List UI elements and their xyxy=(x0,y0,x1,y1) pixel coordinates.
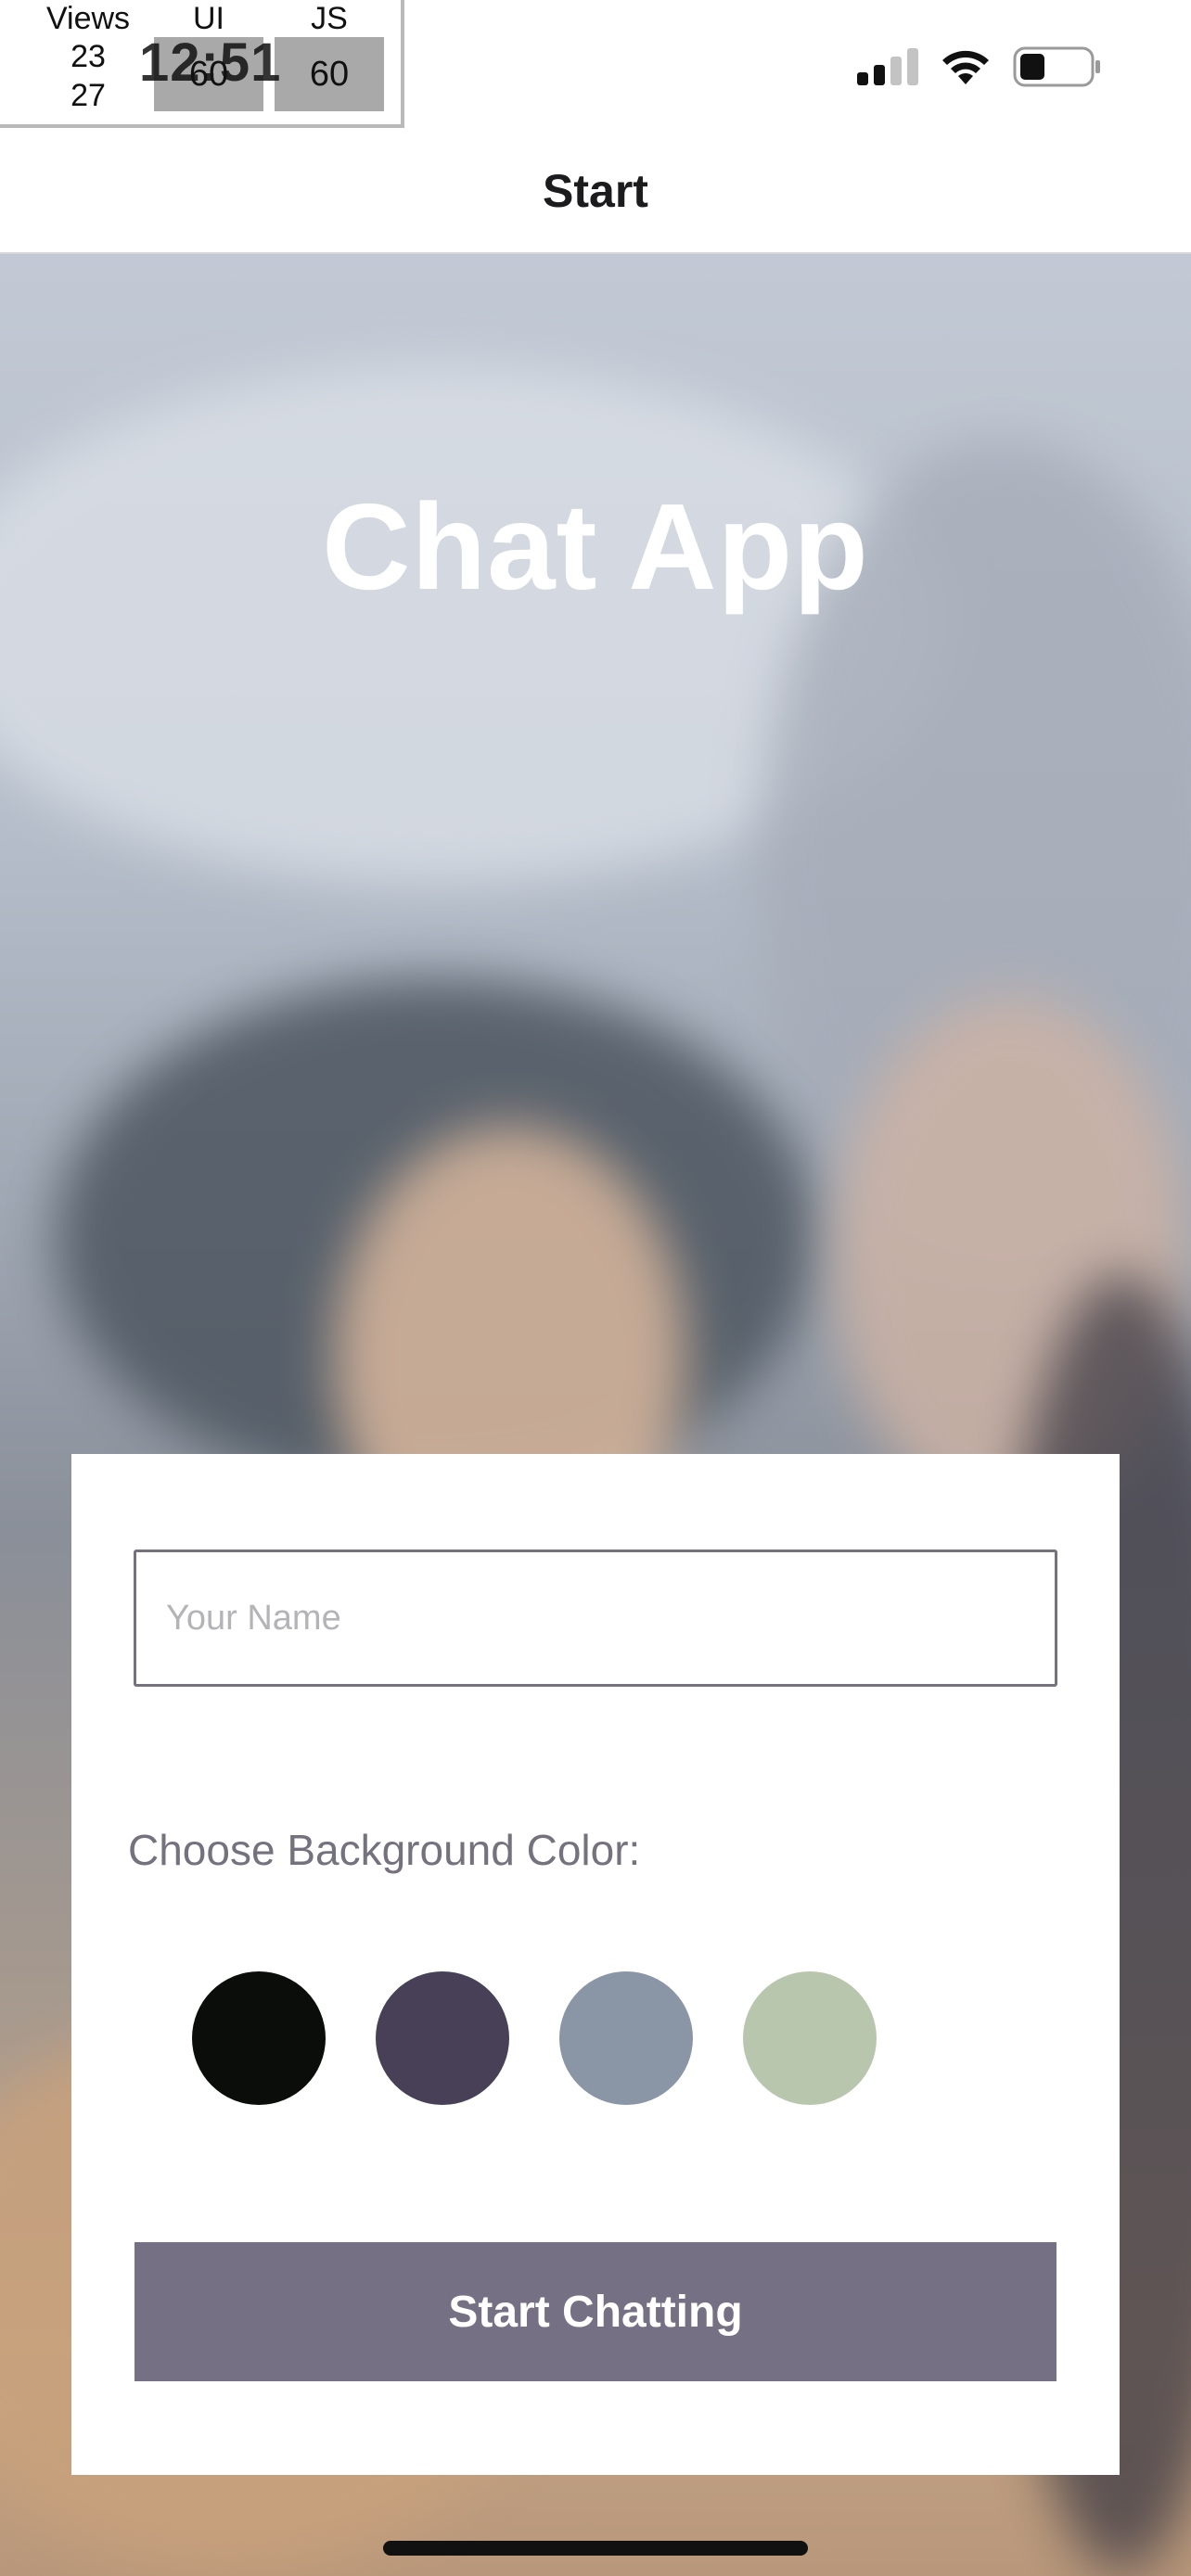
perf-views-column: Views 23 27 xyxy=(37,0,139,115)
perf-views-value: 27 xyxy=(70,78,106,113)
color-swatch-green[interactable] xyxy=(743,1971,877,2105)
name-input[interactable] xyxy=(134,1549,1057,1687)
navigation-header: Start xyxy=(0,130,1191,254)
status-time: 12:51 xyxy=(139,32,282,93)
perf-js-label: JS xyxy=(311,1,348,36)
color-swatch-gray-blue[interactable] xyxy=(559,1971,693,2105)
start-chatting-button[interactable]: Start Chatting xyxy=(134,2242,1057,2381)
perf-js-fps: 60 xyxy=(275,37,384,111)
page-title: Start xyxy=(543,165,648,217)
status-bar: Views 23 27 UI 60 JS 60 12:51 xyxy=(0,0,1191,130)
color-swatches xyxy=(192,1971,877,2105)
cellular-signal-icon xyxy=(857,47,918,90)
wifi-icon xyxy=(939,47,992,91)
perf-js-column: JS 60 xyxy=(275,0,384,111)
background-color-label: Choose Background Color: xyxy=(128,1826,641,1874)
color-swatch-black[interactable] xyxy=(192,1971,326,2105)
perf-views-label: Views xyxy=(45,1,131,36)
perf-views-value: 23 xyxy=(70,39,106,74)
app-title: Chat App xyxy=(322,478,869,615)
battery-icon xyxy=(1013,46,1102,92)
status-icons xyxy=(857,46,1102,92)
start-form-card: Choose Background Color: Start Chatting xyxy=(71,1454,1120,2475)
home-indicator xyxy=(383,2541,808,2556)
color-swatch-purple[interactable] xyxy=(376,1971,509,2105)
